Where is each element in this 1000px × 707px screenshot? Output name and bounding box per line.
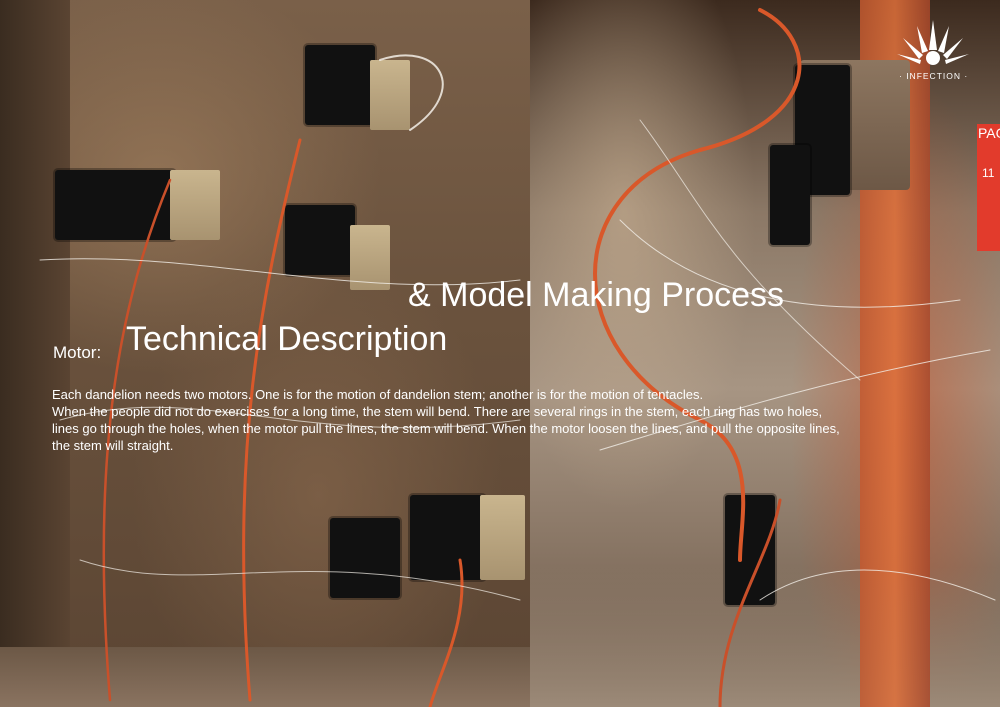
body-paragraph: When the people did not do exercises for…: [52, 404, 823, 419]
orange-wire: [428, 558, 464, 707]
white-wire: [79, 559, 521, 601]
page-number: 11: [982, 166, 995, 180]
title-technical-description: Technical Description: [126, 320, 448, 358]
body-text: Each dandelion needs two motors. One is …: [52, 386, 952, 454]
white-wire: [759, 569, 996, 601]
title-model-making-process: & Model Making Process: [408, 276, 785, 314]
section-label-motor: Motor:: [53, 343, 102, 362]
body-paragraph: Each dandelion needs two motors. One is …: [52, 387, 704, 402]
body-paragraph: the stem will straight.: [52, 438, 174, 453]
white-wire: [379, 54, 444, 131]
body-paragraph: lines go through the holes, when the mot…: [52, 421, 840, 436]
logo-wordmark: · INFECTION ·: [899, 71, 969, 81]
page-tab: PAGE 11: [977, 124, 1000, 251]
orange-wire: [718, 498, 782, 707]
page-tab-label: PAGE: [978, 125, 1000, 141]
